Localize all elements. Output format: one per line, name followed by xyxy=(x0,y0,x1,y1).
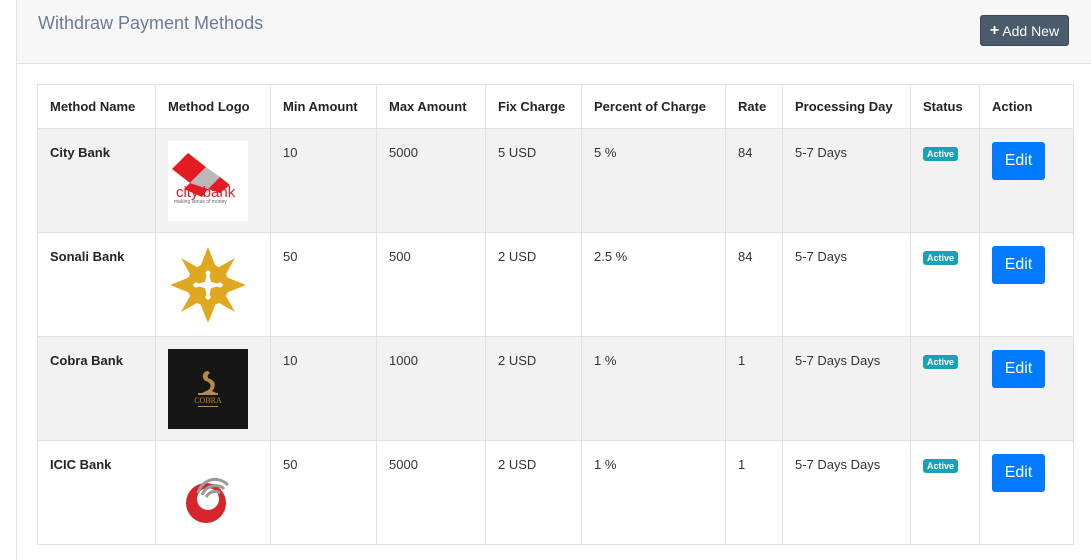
percent-charge: 5 % xyxy=(581,128,726,233)
table-row: Cobra Bank COBRA 10 1000 2 USD 1 % 1 5-7… xyxy=(37,336,1074,441)
method-logo-cell xyxy=(155,440,271,545)
percent-charge: 1 % xyxy=(581,336,726,441)
add-new-button[interactable]: + Add New xyxy=(980,15,1069,46)
svg-text:COBRA: COBRA xyxy=(194,396,222,405)
max-amount: 500 xyxy=(376,232,486,337)
fix-charge: 2 USD xyxy=(485,336,582,441)
icic-bank-logo xyxy=(168,453,248,533)
status-cell: Active xyxy=(910,232,980,337)
column-header: Min Amount xyxy=(270,84,377,129)
max-amount: 1000 xyxy=(376,336,486,441)
card-header: Withdraw Payment Methods + Add New xyxy=(17,0,1091,64)
method-logo-cell xyxy=(155,232,271,337)
status-badge: Active xyxy=(923,251,959,265)
table-row: City Bank city bank making sense of mone… xyxy=(37,128,1074,233)
edit-button[interactable]: Edit xyxy=(992,142,1045,180)
edit-button[interactable]: Edit xyxy=(992,246,1045,284)
fix-charge: 2 USD xyxy=(485,440,582,545)
page-title: Withdraw Payment Methods xyxy=(38,13,264,33)
method-name: Sonali Bank xyxy=(37,232,156,337)
processing-day: 5-7 Days Days xyxy=(782,440,911,545)
edit-button[interactable]: Edit xyxy=(992,454,1045,492)
action-cell: Edit xyxy=(979,232,1074,337)
column-header: Fix Charge xyxy=(485,84,582,129)
method-name: City Bank xyxy=(37,128,156,233)
min-amount: 10 xyxy=(270,336,377,441)
payment-methods-table: Method Name Method Logo Min Amount Max A… xyxy=(37,84,1074,545)
rate: 1 xyxy=(725,440,783,545)
method-name: Cobra Bank xyxy=(37,336,156,441)
plus-icon: + xyxy=(989,21,1000,39)
method-name: ICIC Bank xyxy=(37,440,156,545)
method-logo-cell: COBRA xyxy=(155,336,271,441)
processing-day: 5-7 Days xyxy=(782,232,911,337)
status-badge: Active xyxy=(923,459,959,473)
cobra-bank-logo: COBRA xyxy=(168,349,248,429)
max-amount: 5000 xyxy=(376,128,486,233)
method-logo-cell: city bank making sense of money xyxy=(155,128,271,233)
table-row: ICIC Bank 50 5000 2 USD 1 % 1 5-7 Days D… xyxy=(37,440,1074,545)
min-amount: 50 xyxy=(270,440,377,545)
status-badge: Active xyxy=(923,147,959,161)
fix-charge: 5 USD xyxy=(485,128,582,233)
percent-charge: 1 % xyxy=(581,440,726,545)
column-header: Method Logo xyxy=(155,84,271,129)
column-header: Method Name xyxy=(37,84,156,129)
status-badge: Active xyxy=(923,355,959,369)
action-cell: Edit xyxy=(979,128,1074,233)
rate: 84 xyxy=(725,232,783,337)
processing-day: 5-7 Days xyxy=(782,128,911,233)
column-header: Percent of Charge xyxy=(581,84,726,129)
column-header: Rate xyxy=(725,84,783,129)
sonali-bank-logo xyxy=(168,245,248,325)
status-cell: Active xyxy=(910,336,980,441)
min-amount: 50 xyxy=(270,232,377,337)
action-cell: Edit xyxy=(979,440,1074,545)
edit-button[interactable]: Edit xyxy=(992,350,1045,388)
column-header: Max Amount xyxy=(376,84,486,129)
rate: 1 xyxy=(725,336,783,441)
fix-charge: 2 USD xyxy=(485,232,582,337)
status-cell: Active xyxy=(910,440,980,545)
column-header: Action xyxy=(979,84,1074,129)
table-row: Sonali Bank 50 500 2 USD 2.5 % 84 5-7 Da… xyxy=(37,232,1074,337)
status-cell: Active xyxy=(910,128,980,233)
column-header: Processing Day xyxy=(782,84,911,129)
add-new-label: Add New xyxy=(1002,22,1060,39)
percent-charge: 2.5 % xyxy=(581,232,726,337)
rate: 84 xyxy=(725,128,783,233)
table-header-row: Method Name Method Logo Min Amount Max A… xyxy=(37,84,1074,129)
processing-day: 5-7 Days Days xyxy=(782,336,911,441)
svg-text:making sense of money: making sense of money xyxy=(174,199,227,205)
action-cell: Edit xyxy=(979,336,1074,441)
column-header: Status xyxy=(910,84,980,129)
min-amount: 10 xyxy=(270,128,377,233)
city-bank-logo: city bank making sense of money xyxy=(168,141,248,221)
max-amount: 5000 xyxy=(376,440,486,545)
